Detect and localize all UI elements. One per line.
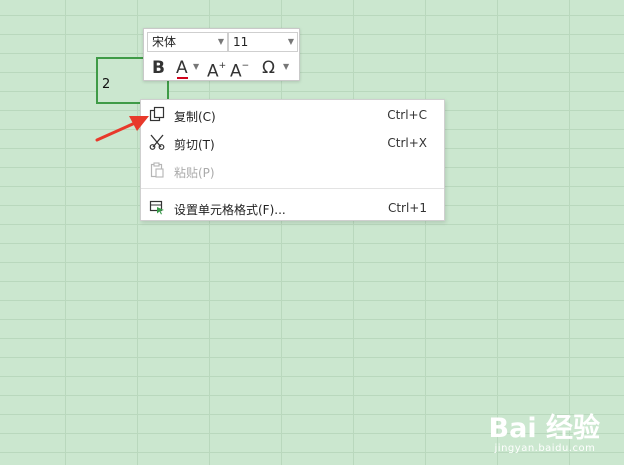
font-size-select[interactable]: 11 ▼	[228, 32, 298, 52]
scissors-icon	[149, 134, 165, 150]
format-cells-icon	[149, 200, 164, 215]
menu-item-label: 设置单元格格式(F)...	[174, 203, 286, 217]
minus-icon: −	[241, 61, 250, 71]
bold-button[interactable]: B	[152, 57, 165, 79]
font-color-dropdown-icon[interactable]: ▼	[193, 62, 199, 71]
paste-icon	[150, 162, 164, 178]
chevron-down-icon: ▼	[217, 37, 224, 46]
menu-item-shortcut: Ctrl+1	[387, 201, 427, 215]
menu-item-copy[interactable]: 复制(C) Ctrl+C	[141, 102, 444, 128]
menu-item-label: 剪切(T)	[174, 138, 215, 152]
copy-icon	[149, 106, 165, 122]
menu-item-cut[interactable]: 剪切(T) Ctrl+X	[141, 130, 444, 156]
chevron-down-icon: ▼	[287, 37, 294, 46]
menu-item-shortcut: Ctrl+X	[387, 136, 427, 150]
watermark-brand: Bai 经验	[488, 413, 600, 444]
mini-toolbar: 宋体 ▼ 11 ▼ B A ▼ A+ A− Ω ▼	[143, 28, 300, 82]
font-color-swatch	[177, 77, 188, 79]
cell-value: 2	[102, 77, 111, 92]
annotation-arrow-icon	[95, 116, 149, 142]
increase-font-button[interactable]: A+	[207, 57, 227, 82]
symbol-dropdown-icon[interactable]: ▼	[283, 62, 289, 71]
font-size-value: 11	[233, 35, 249, 49]
watermark-url: jingyan.baidu.com	[494, 443, 596, 454]
decrease-font-button[interactable]: A−	[230, 57, 250, 82]
font-color-button[interactable]: A	[176, 57, 188, 79]
increase-font-label: A	[207, 61, 219, 82]
plus-icon: +	[218, 61, 227, 71]
menu-item-label: 复制(C)	[174, 110, 216, 124]
baidu-jingyan-watermark: Bai 经验 jingyan.baidu.com	[488, 406, 600, 454]
menu-divider	[141, 188, 444, 189]
menu-item-paste[interactable]: 粘贴(P)	[141, 158, 444, 184]
menu-item-shortcut: Ctrl+C	[387, 108, 427, 122]
font-name-value: 宋体	[152, 35, 177, 49]
decrease-font-label: A	[230, 61, 242, 82]
menu-item-format-cells[interactable]: 设置单元格格式(F)... Ctrl+1	[141, 195, 444, 221]
font-name-select[interactable]: 宋体 ▼	[147, 32, 228, 52]
menu-item-label: 粘贴(P)	[174, 166, 215, 180]
context-menu: 复制(C) Ctrl+C 剪切(T) Ctrl+X 粘贴(P) 设置单元格格式(…	[140, 99, 445, 221]
symbol-button[interactable]: Ω	[262, 57, 275, 79]
